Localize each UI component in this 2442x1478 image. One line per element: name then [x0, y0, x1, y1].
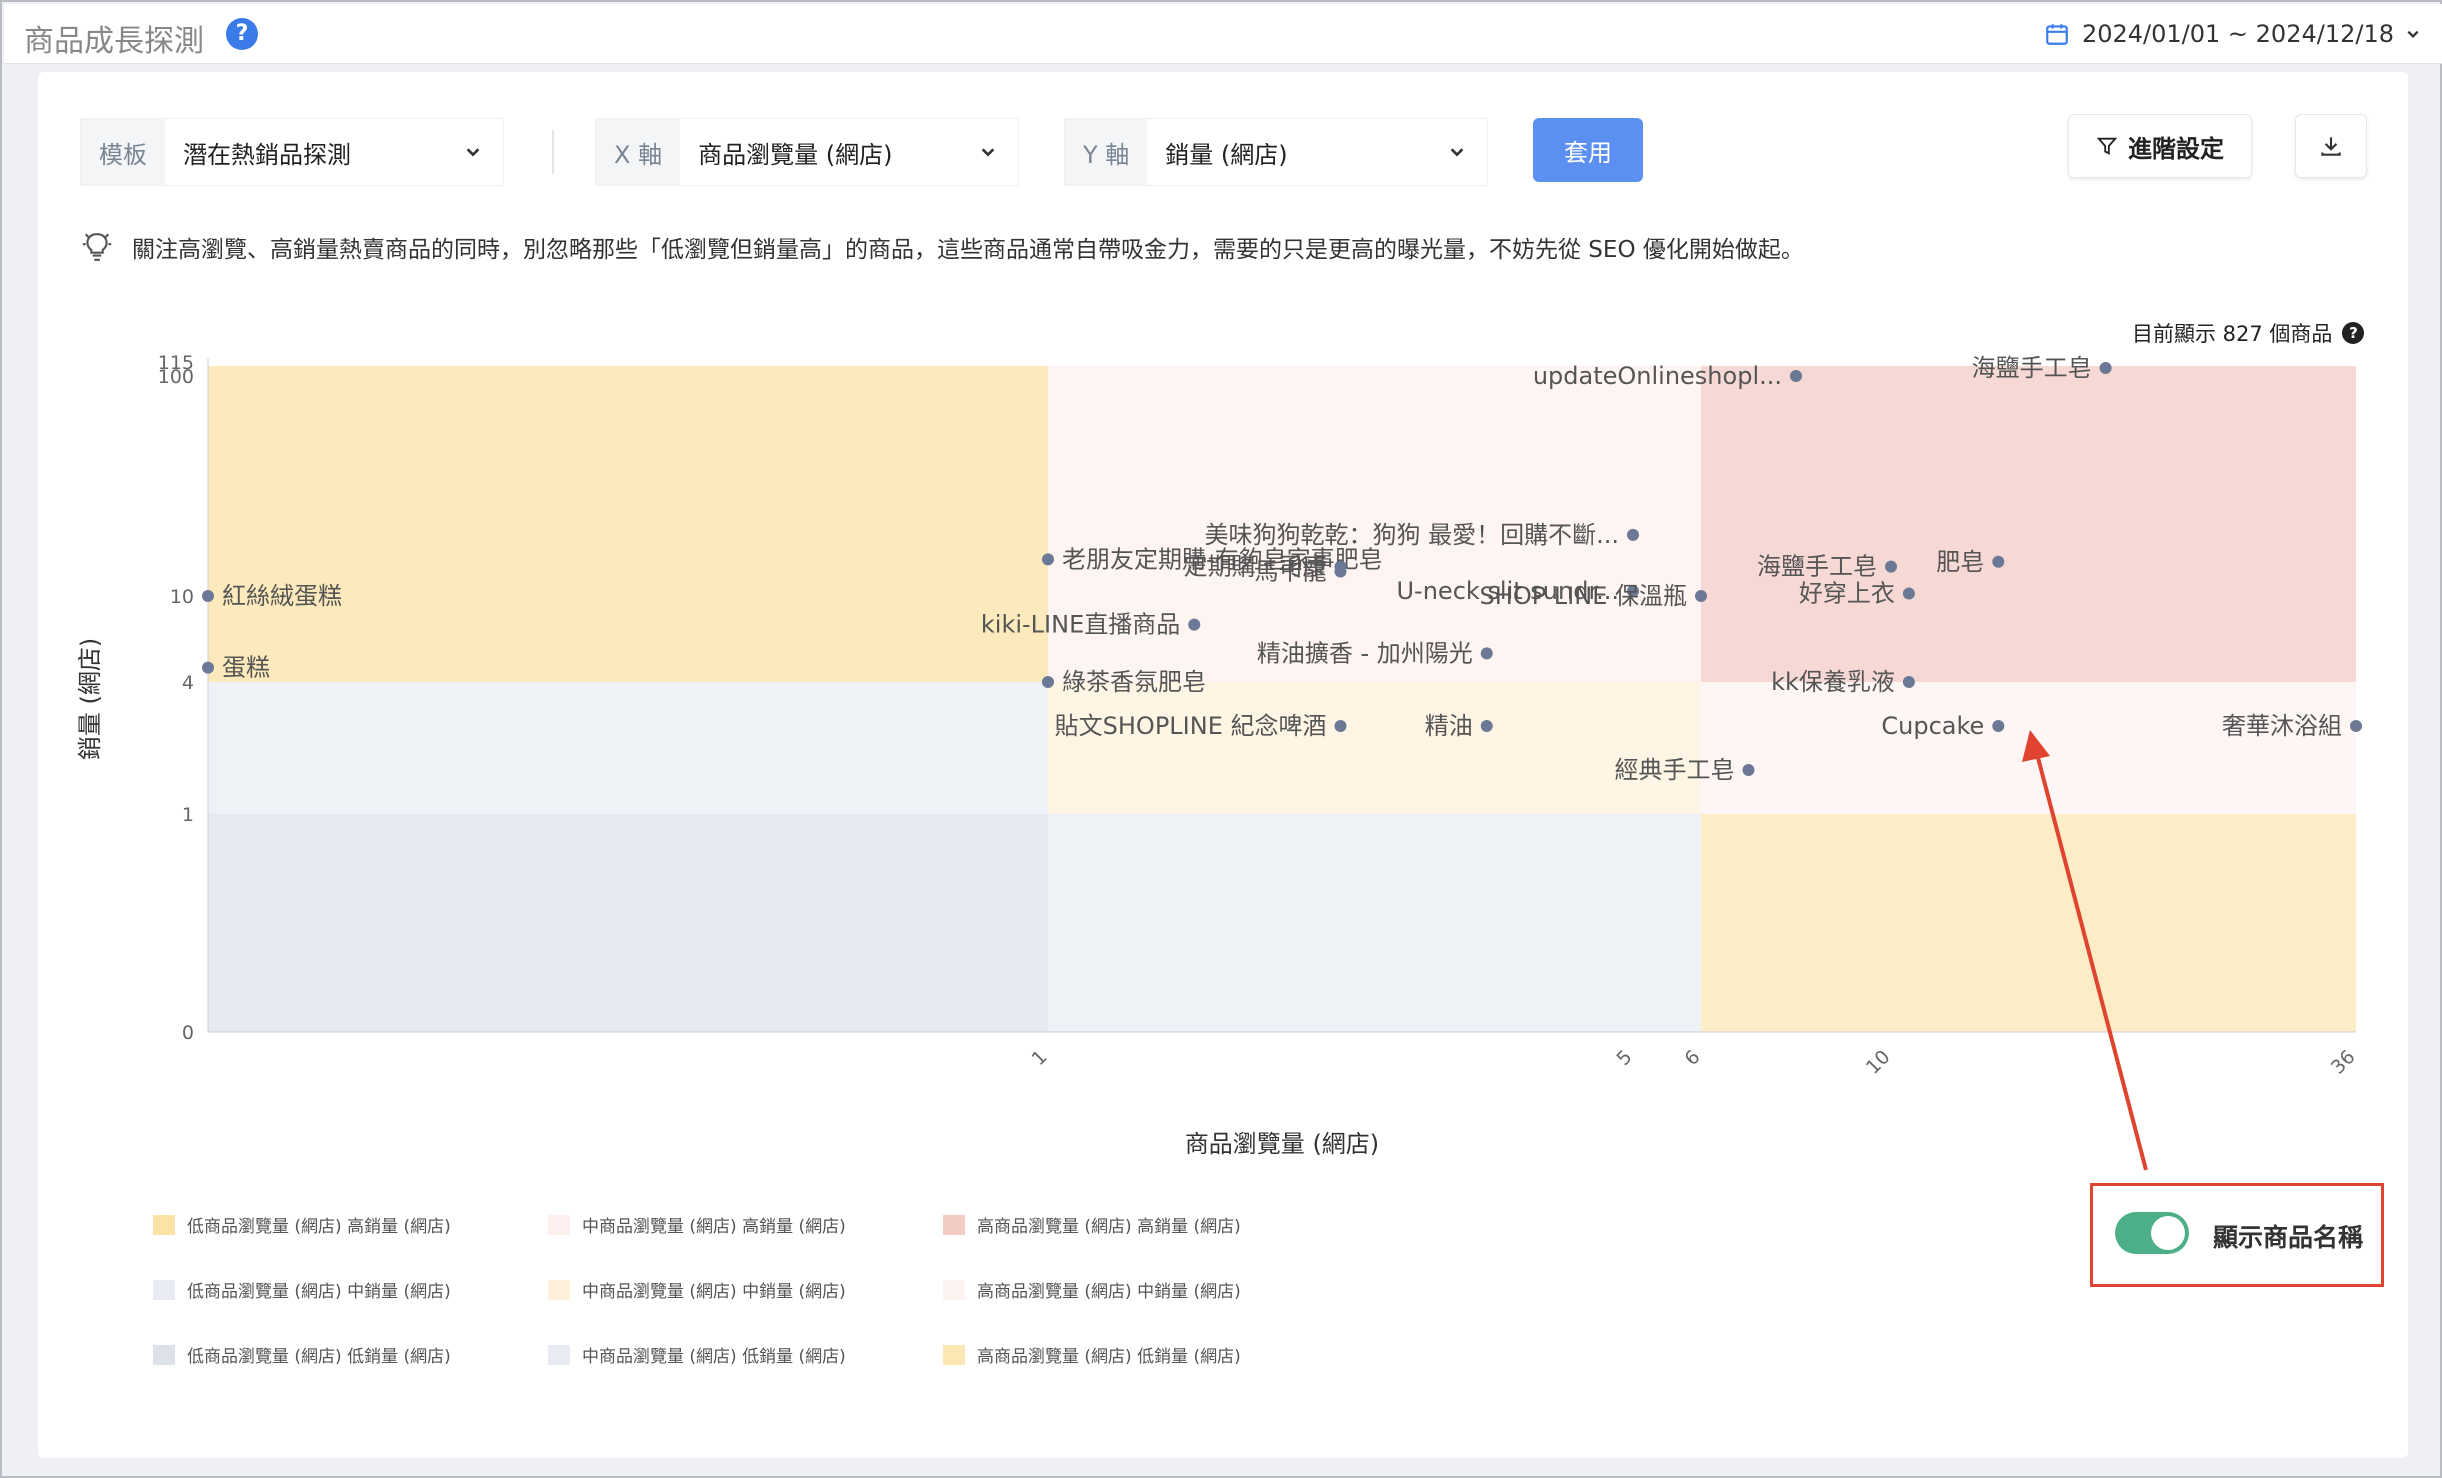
legend-swatch [153, 1344, 175, 1365]
legend-label: 低商品瀏覽量 (網店) 低銷量 (網店) [187, 1347, 451, 1367]
toggle-knob [2151, 1216, 2185, 1250]
point-label: SHOP LINE 保溫瓶 [1480, 582, 1687, 610]
point-label: updateOnlineshopl... [1533, 362, 1782, 390]
point-label: 海鹽手工皂 [1972, 354, 2092, 382]
app-frame: 商品成長探測 ? 2024/01/01 ~ 2024/12/18 模板 潛在熱銷… [0, 0, 2442, 1478]
point-label: 奢華沐浴組 [2222, 712, 2342, 740]
data-point [1334, 720, 1347, 732]
legend-item[interactable]: 中商品瀏覽量 (網店) 低銷量 (網店) [548, 1342, 846, 1367]
point-label: 馬卡龍 [1255, 558, 1327, 586]
x-tick-label: 5 [1612, 1046, 1636, 1070]
main-card: 模板 潛在熱銷品探測 X 軸 商品瀏覽量 (網店) Y 軸 銷量 (網店) 套用… [38, 72, 2408, 1458]
legend-label: 中商品瀏覽量 (網店) 高銷量 (網店) [582, 1217, 846, 1237]
y-axis-title: 銷量 (網店) [76, 638, 104, 760]
legend-swatch [548, 1279, 570, 1300]
show-names-toggle[interactable] [2115, 1212, 2189, 1254]
point-label: 精油擴香 - 加州陽光 [1257, 639, 1473, 667]
data-point [1885, 560, 1897, 573]
x-tick-label: 1 [1027, 1046, 1051, 1070]
data-point [1992, 720, 2005, 732]
data-point [2350, 720, 2362, 732]
x-axis-title: 商品瀏覽量 (網店) [1185, 1130, 1379, 1158]
quadrant-area [208, 682, 1048, 814]
data-point [2099, 362, 2112, 374]
data-point [1334, 565, 1347, 578]
point-label: 精油 [1425, 712, 1473, 740]
y-tick-label: 0 [182, 1022, 194, 1044]
legend-label: 低商品瀏覽量 (網店) 高銷量 (網店) [187, 1217, 451, 1237]
point-label: 經典手工皂 [1615, 756, 1735, 784]
toggle-label: 顯示商品名稱 [2213, 1223, 2364, 1252]
legend-item[interactable]: 低商品瀏覽量 (網店) 中銷量 (網店) [153, 1277, 451, 1302]
y-tick-label: 4 [182, 672, 194, 694]
x-tick-label: 6 [1680, 1046, 1704, 1070]
legend-item[interactable]: 低商品瀏覽量 (網店) 高銷量 (網店) [153, 1212, 451, 1237]
point-label: 貼文SHOPLINE 紀念啤酒 [1055, 712, 1327, 740]
legend-swatch [153, 1214, 175, 1235]
chevron-down-icon [2407, 30, 2419, 38]
legend-label: 高商品瀏覽量 (網店) 中銷量 (網店) [977, 1282, 1241, 1302]
data-point [1627, 528, 1639, 541]
data-point [1902, 676, 1915, 688]
quadrant-area [208, 366, 1048, 682]
legend-item[interactable]: 中商品瀏覽量 (網店) 高銷量 (網店) [548, 1212, 846, 1237]
toggle-highlight-box: 顯示商品名稱 [2090, 1183, 2384, 1287]
data-point [1742, 764, 1755, 776]
data-point [1480, 647, 1493, 660]
top-bar: 商品成長探測 ? 2024/01/01 ~ 2024/12/18 [4, 4, 2442, 64]
data-point [1042, 553, 1054, 566]
data-point [1188, 618, 1201, 631]
legend-swatch [153, 1279, 175, 1300]
legend-item[interactable]: 中商品瀏覽量 (網店) 中銷量 (網店) [548, 1277, 846, 1302]
legend-swatch [943, 1279, 965, 1300]
quadrant-area [1701, 366, 2356, 682]
data-point [202, 590, 214, 602]
legend-item[interactable]: 高商品瀏覽量 (網店) 高銷量 (網店) [943, 1212, 1241, 1237]
date-range-picker[interactable]: 2024/01/01 ~ 2024/12/18 [2044, 16, 2420, 52]
page-title: 商品成長探測 [24, 24, 204, 59]
legend-label: 高商品瀏覽量 (網店) 高銷量 (網店) [977, 1217, 1241, 1237]
legend-swatch [548, 1344, 570, 1365]
data-point [1992, 555, 2005, 568]
legend-swatch [943, 1214, 965, 1235]
legend-swatch [548, 1214, 570, 1235]
scatter-chart: 115100104101 5 6 10 36商品瀏覽量 (網店)銷量 (網店)updat… [76, 352, 2362, 1171]
point-label: Cupcake [1881, 712, 1984, 740]
point-label: 紅絲絨蛋糕 [222, 582, 342, 610]
quadrant-area [208, 814, 1048, 1032]
quadrant-area [1048, 682, 1701, 814]
legend-item[interactable]: 高商品瀏覽量 (網店) 中銷量 (網店) [943, 1277, 1241, 1302]
y-tick-label: 10 [170, 586, 194, 608]
legend-label: 中商品瀏覽量 (網店) 低銷量 (網店) [582, 1347, 846, 1367]
point-label: kk保養乳液 [1771, 668, 1895, 696]
data-point [1480, 720, 1493, 732]
point-label: 好穿上衣 [1799, 580, 1895, 608]
quadrant-area [1701, 814, 2356, 1032]
x-tick-label: 10 [1862, 1046, 1895, 1079]
legend-label: 低商品瀏覽量 (網店) 中銷量 (網店) [187, 1282, 451, 1302]
data-point [1695, 590, 1707, 602]
point-label: 海鹽手工皂 [1757, 553, 1877, 581]
data-point [1790, 370, 1802, 382]
quadrant-area [1048, 814, 1701, 1032]
legend-label: 中商品瀏覽量 (網店) 中銷量 (網店) [582, 1282, 846, 1302]
point-label: 蛋糕 [222, 654, 270, 682]
y-tick-label: 100 [158, 366, 194, 388]
x-tick-label: 36 [2327, 1046, 2360, 1079]
help-icon[interactable]: ? [226, 18, 258, 50]
point-label: 綠茶香氛肥皂 [1062, 668, 1206, 696]
calendar-icon [2046, 24, 2068, 45]
point-label: 肥皂 [1936, 548, 1984, 576]
date-range-text: 2024/01/01 ~ 2024/12/18 [2081, 20, 2394, 48]
data-point [202, 661, 214, 674]
legend-label: 高商品瀏覽量 (網店) 低銷量 (網店) [977, 1347, 1241, 1367]
legend-item[interactable]: 低商品瀏覽量 (網店) 低銷量 (網店) [153, 1342, 451, 1367]
legend-item[interactable]: 高商品瀏覽量 (網店) 低銷量 (網店) [943, 1342, 1241, 1367]
data-point [1042, 676, 1054, 688]
legend-swatch [943, 1344, 965, 1365]
y-tick-label: 1 [182, 804, 194, 826]
point-label: kiki-LINE直播商品 [981, 611, 1180, 639]
data-point [1902, 587, 1915, 600]
